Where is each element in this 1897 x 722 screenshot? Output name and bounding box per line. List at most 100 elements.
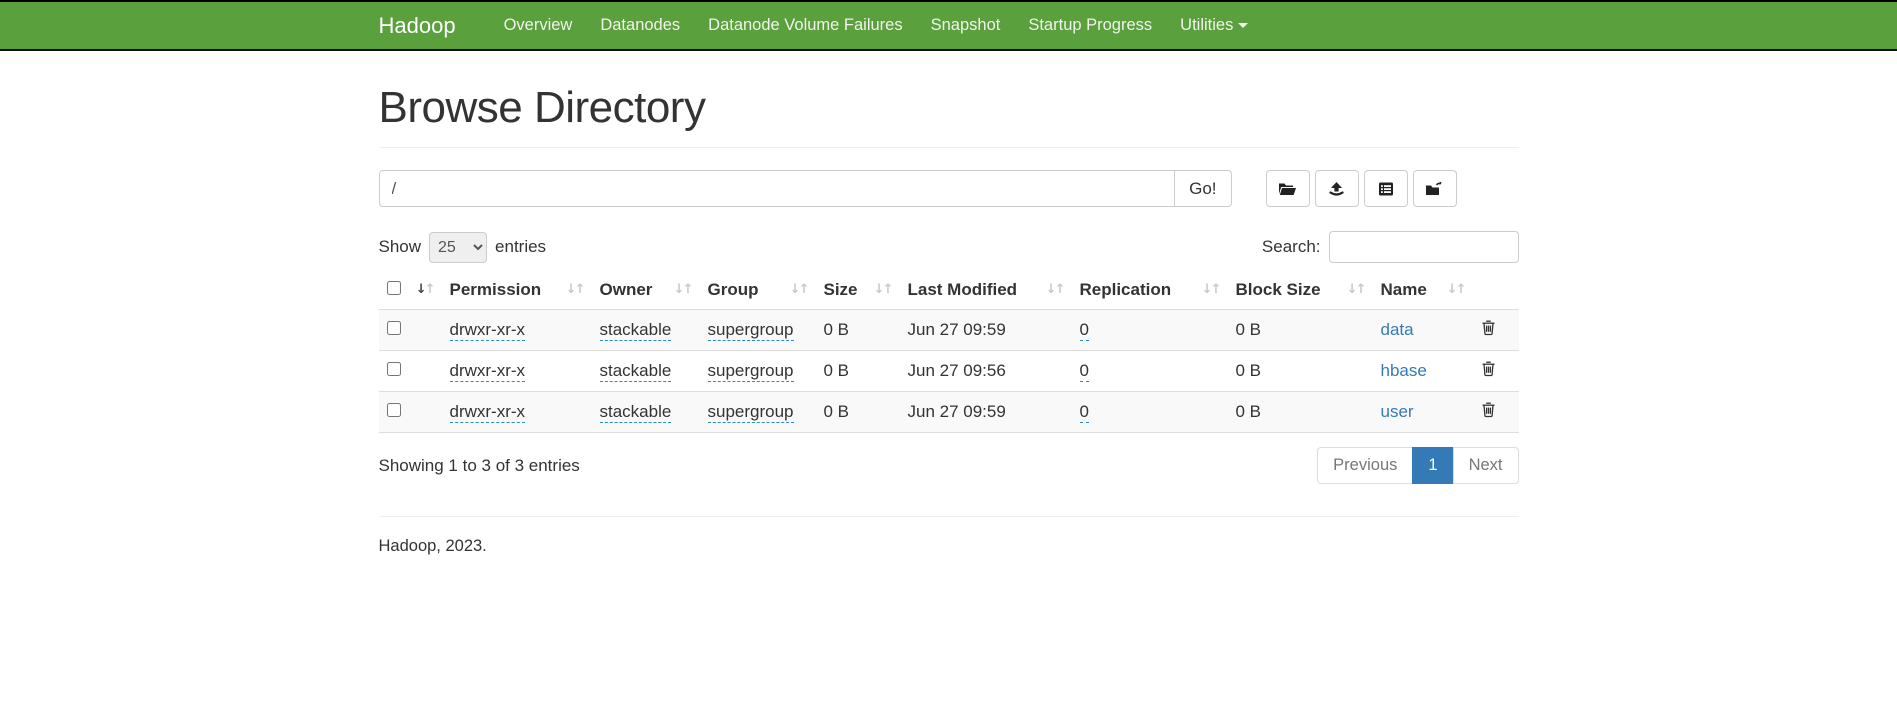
nav-item-utilities[interactable]: Utilities [1166, 2, 1262, 49]
table-header-row: ↓↑ Permission↓↑ Owner↓↑ Group↓↑ Size↓↑ L… [379, 271, 1519, 310]
entries-per-page-select[interactable]: 25 [429, 232, 487, 263]
upload-files-button[interactable] [1315, 170, 1359, 207]
header-owner[interactable]: Owner↓↑ [592, 271, 700, 310]
header-label: Last Modified [908, 280, 1018, 299]
pagination-page-1[interactable]: 1 [1412, 447, 1453, 484]
size-cell: 0 B [824, 402, 850, 421]
replication-cell[interactable]: 0 [1080, 320, 1089, 341]
header-size[interactable]: Size ↓↑ [816, 271, 900, 310]
footer-divider [379, 516, 1519, 517]
replication-cell[interactable]: 0 [1080, 402, 1089, 423]
folder-open-icon [1278, 181, 1297, 197]
move-folder-button[interactable] [1413, 170, 1457, 207]
pagination-next[interactable]: Next [1453, 447, 1519, 484]
header-label: Owner [600, 280, 653, 299]
row-checkbox[interactable] [387, 362, 401, 376]
nav-item-datanodes[interactable]: Datanodes [586, 2, 694, 49]
page-header: Browse Directory [379, 83, 1519, 148]
nav-item-overview[interactable]: Overview [490, 2, 587, 49]
page-title: Browse Directory [379, 83, 1519, 133]
list-alt-icon [1378, 181, 1394, 197]
table-row: drwxr-xr-x stackable supergroup 0 B Jun … [379, 310, 1519, 351]
sort-icon: ↓↑ [1202, 282, 1220, 297]
sort-icon: ↓↑ [1046, 282, 1064, 297]
header-label: Group [708, 280, 759, 299]
directory-path-input[interactable] [379, 170, 1176, 207]
header-group[interactable]: Group ↓↑ [700, 271, 816, 310]
top-navbar: Hadoop Overview Datanodes Datanode Volum… [0, 0, 1897, 51]
sort-icon: ↓↑ [416, 282, 434, 297]
header-permission[interactable]: Permission ↓↑ [442, 271, 592, 310]
sort-icon: ↓↑ [1347, 282, 1365, 297]
size-cell: 0 B [824, 361, 850, 380]
create-directory-button[interactable] [1266, 170, 1310, 207]
nav-item-datanode-volume-failures[interactable]: Datanode Volume Failures [694, 2, 916, 49]
sort-icon: ↓↑ [566, 282, 584, 297]
row-checkbox[interactable] [387, 321, 401, 335]
utilities-label: Utilities [1180, 16, 1233, 34]
header-label: Replication [1080, 280, 1172, 299]
owner-cell[interactable]: stackable [600, 402, 672, 423]
last-modified-cell: Jun 27 09:56 [908, 361, 1006, 380]
path-form: Go! [379, 170, 1519, 207]
dir-link-data[interactable]: data [1381, 320, 1414, 339]
header-select-all[interactable]: ↓↑ [379, 271, 442, 310]
group-cell[interactable]: supergroup [708, 402, 794, 423]
search-control: Search: [1262, 231, 1519, 263]
dir-link-hbase[interactable]: hbase [1381, 361, 1427, 380]
block-size-cell: 0 B [1236, 361, 1262, 380]
header-label: Permission [450, 280, 542, 299]
search-input[interactable] [1329, 231, 1519, 263]
go-button[interactable]: Go! [1174, 170, 1231, 207]
header-label: Size [824, 280, 858, 299]
pagination-previous[interactable]: Previous [1317, 447, 1413, 484]
header-replication[interactable]: Replication ↓↑ [1072, 271, 1228, 310]
block-size-cell: 0 B [1236, 402, 1262, 421]
block-size-cell: 0 B [1236, 320, 1262, 339]
pagination: Previous 1 Next [1318, 447, 1518, 484]
navbar-links: Overview Datanodes Datanode Volume Failu… [490, 2, 1263, 49]
entries-label: entries [495, 237, 546, 257]
table-row: drwxr-xr-x stackable supergroup 0 B Jun … [379, 351, 1519, 392]
header-label: Block Size [1236, 280, 1321, 299]
brand-hadoop[interactable]: Hadoop [379, 13, 456, 39]
group-cell[interactable]: supergroup [708, 361, 794, 382]
header-block-size[interactable]: Block Size ↓↑ [1228, 271, 1373, 310]
table-controls: Show 25 entries Search: [379, 231, 1519, 263]
permission-cell[interactable]: drwxr-xr-x [450, 402, 526, 423]
sort-icon: ↓↑ [1447, 282, 1465, 297]
trash-icon [1481, 360, 1496, 380]
delete-button[interactable] [1481, 401, 1496, 421]
permission-cell[interactable]: drwxr-xr-x [450, 361, 526, 382]
length-control: Show 25 entries [379, 232, 547, 263]
header-label: Name [1381, 280, 1427, 299]
dir-link-user[interactable]: user [1381, 402, 1414, 421]
search-label: Search: [1262, 237, 1321, 257]
group-cell[interactable]: supergroup [708, 320, 794, 341]
replication-cell[interactable]: 0 [1080, 361, 1089, 382]
path-input-group: Go! [379, 170, 1232, 207]
header-last-modified[interactable]: Last Modified ↓↑ [900, 271, 1072, 310]
owner-cell[interactable]: stackable [600, 320, 672, 341]
last-modified-cell: Jun 27 09:59 [908, 402, 1006, 421]
nav-item-startup-progress[interactable]: Startup Progress [1014, 2, 1166, 49]
select-all-checkbox[interactable] [387, 281, 401, 295]
show-label: Show [379, 237, 422, 257]
delete-button[interactable] [1481, 360, 1496, 380]
row-checkbox[interactable] [387, 403, 401, 417]
owner-cell[interactable]: stackable [600, 361, 672, 382]
folder-move-icon [1425, 181, 1444, 197]
delete-button[interactable] [1481, 319, 1496, 339]
table-footer-row: Showing 1 to 3 of 3 entries Previous 1 N… [379, 447, 1519, 484]
last-modified-cell: Jun 27 09:59 [908, 320, 1006, 339]
nav-item-snapshot[interactable]: Snapshot [917, 2, 1015, 49]
directory-table: ↓↑ Permission↓↑ Owner↓↑ Group↓↑ Size↓↑ L… [379, 271, 1519, 433]
file-actions-toolbar [1266, 170, 1457, 207]
table-info: Showing 1 to 3 of 3 entries [379, 456, 580, 476]
sort-icon: ↓↑ [874, 282, 892, 297]
header-name[interactable]: Name ↓↑ [1373, 271, 1473, 310]
trash-icon [1481, 319, 1496, 339]
cut-paste-button[interactable] [1364, 170, 1408, 207]
sort-icon: ↓↑ [790, 282, 808, 297]
permission-cell[interactable]: drwxr-xr-x [450, 320, 526, 341]
